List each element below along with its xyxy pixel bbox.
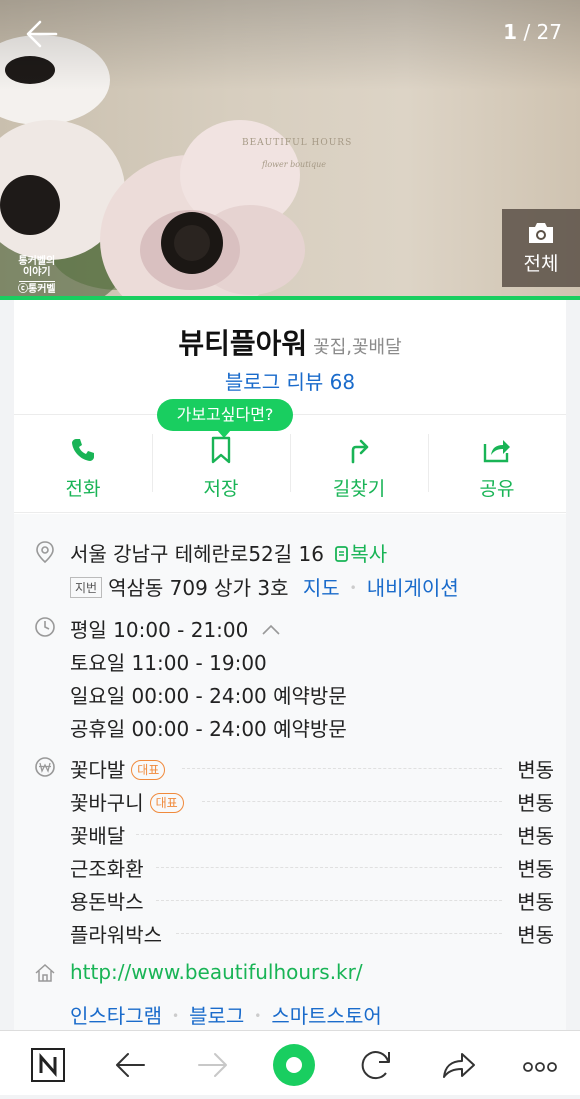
- menu-item-price: 변동: [517, 791, 554, 815]
- save-label: 저장: [203, 478, 239, 500]
- directions-label: 길찾기: [332, 478, 386, 500]
- naver-n-icon: [31, 1048, 65, 1082]
- menu-item-name: 용돈박스: [70, 890, 144, 914]
- refresh-button[interactable]: [346, 1031, 406, 1095]
- separator-dot: •: [254, 1009, 262, 1023]
- navigation-link[interactable]: 내비게이션: [367, 576, 459, 600]
- jibun-tag: 지번: [70, 577, 103, 598]
- map-link[interactable]: 지도: [303, 576, 340, 600]
- divider: [14, 512, 566, 513]
- browser-toolbar: [0, 1030, 580, 1095]
- bookmark-icon: [211, 436, 231, 464]
- watermark-line: 이야기: [23, 267, 51, 278]
- menu-item-name: 꽃바구니: [70, 791, 144, 815]
- address-jibun: 역삼동 709 상가 3호: [108, 576, 289, 600]
- sns-links: 인스타그램 • 블로그 • 스마트스토어: [70, 1000, 382, 1029]
- menu-item-name: 플라워박스: [70, 923, 162, 947]
- chevron-up-icon: [262, 624, 280, 635]
- green-dot-button[interactable]: [264, 1031, 324, 1095]
- green-dot-icon: [273, 1044, 315, 1086]
- photo-counter-total: / 27: [523, 20, 562, 44]
- won-icon: [35, 757, 55, 777]
- representative-badge: 대표: [131, 760, 166, 780]
- phone-icon: [72, 439, 94, 461]
- watermark-line: 통커벨의: [18, 256, 56, 267]
- representative-badge: 대표: [149, 793, 184, 813]
- share-page-button[interactable]: [428, 1031, 488, 1095]
- hours-sunday: 일요일 00:00 - 24:00 예약방문: [70, 684, 347, 708]
- menu-item: 꽃배달 변동: [70, 820, 554, 849]
- hours-saturday: 토요일 11:00 - 19:00: [70, 651, 267, 675]
- browser-forward-button[interactable]: [183, 1031, 243, 1095]
- menu-item-price: 변동: [517, 824, 554, 848]
- share-button[interactable]: 공유: [428, 430, 566, 508]
- smartstore-link[interactable]: 스마트스토어: [271, 1004, 381, 1028]
- menu-item: 용돈박스 변동: [70, 886, 554, 915]
- photo-counter: 1 / 27: [503, 20, 562, 44]
- back-arrow-icon: [26, 20, 58, 48]
- title-row: 뷰티플아워 꽃집,꽃배달: [14, 322, 566, 362]
- tooltip-bubble: 가보고싶다면?: [157, 399, 293, 438]
- menu-item-name: 꽃다발: [70, 758, 126, 782]
- copy-icon: [335, 546, 349, 562]
- separator-dot: •: [172, 1009, 180, 1023]
- more-dots-icon: [523, 1062, 557, 1072]
- share-arrow-icon: [443, 1053, 475, 1078]
- menu-item-name: 근조화환: [70, 857, 144, 881]
- menu-item: 꽃다발 대표 변동: [70, 754, 554, 783]
- info-section: 서울 강남구 테헤란로52길 16 복사 지번 역삼동 709 상가 3호 지도 •…: [14, 514, 566, 1030]
- back-button[interactable]: [22, 14, 62, 54]
- menu-item-price: 변동: [517, 857, 554, 881]
- naver-home-button[interactable]: [18, 1031, 78, 1095]
- watermark-line: ⓒ통커벨: [18, 284, 56, 295]
- menu-item: 근조화환 변동: [70, 853, 554, 882]
- instagram-link[interactable]: 인스타그램: [70, 1004, 162, 1028]
- menu-item: 플라워박스 변동: [70, 919, 554, 948]
- place-card: 뷰티플아워꽃집,꽃배달 블로그 리뷰 68 가보고싶다면? 전화 저장 길찾기: [14, 300, 566, 1030]
- more-menu-button[interactable]: [510, 1031, 570, 1095]
- menu-item-price: 변동: [517, 890, 554, 914]
- all-photos-button[interactable]: 전체: [502, 209, 580, 287]
- refresh-icon: [361, 1051, 390, 1080]
- hours-weekday-row[interactable]: 평일 10:00 - 21:00: [70, 614, 281, 643]
- place-name: 뷰티플아워: [178, 327, 308, 360]
- menu-item-name: 꽃배달: [70, 824, 126, 848]
- browser-back-button[interactable]: [100, 1031, 160, 1095]
- share-label: 공유: [479, 478, 515, 500]
- menu-item-price: 변동: [517, 923, 554, 947]
- photo-counter-current: 1: [503, 20, 518, 44]
- address-road: 서울 강남구 테헤란로52길 16: [70, 542, 324, 566]
- brand-watermark-sub: flower boutique: [262, 160, 326, 169]
- hours-holiday: 공휴일 00:00 - 24:00 예약방문: [70, 717, 347, 741]
- camera-icon: [529, 223, 553, 243]
- separator-dot: •: [349, 581, 357, 595]
- blog-review-link[interactable]: 블로그 리뷰 68: [14, 366, 566, 395]
- menu-item-price: 변동: [517, 758, 554, 782]
- save-button[interactable]: 저장: [152, 430, 290, 508]
- location-pin-icon: [36, 541, 54, 564]
- photo-gallery[interactable]: BEAUTIFUL HOURS flower boutique 1 / 27 통…: [0, 0, 580, 300]
- arrow-right-icon: [198, 1053, 227, 1077]
- place-category: 꽃집,꽃배달: [313, 337, 402, 358]
- hours-weekday: 평일 10:00 - 21:00: [70, 618, 249, 642]
- copy-label: 복사: [350, 542, 388, 566]
- directions-icon: [351, 439, 369, 464]
- address-road-line: 서울 강남구 테헤란로52길 16 복사: [70, 538, 387, 567]
- call-label: 전화: [65, 478, 101, 500]
- share-icon: [483, 440, 510, 463]
- directions-button[interactable]: 길찾기: [290, 430, 428, 508]
- address-jibun-line: 지번 역삼동 709 상가 3호 지도 • 내비게이션: [70, 572, 459, 601]
- menu-item: 꽃바구니 대표 변동: [70, 787, 554, 816]
- action-bar: 전화 저장 길찾기 공유: [14, 430, 566, 508]
- arrow-left-icon: [116, 1053, 145, 1077]
- website-link[interactable]: http://www.beautifulhours.kr/: [70, 960, 363, 984]
- copy-address-button[interactable]: 복사: [330, 542, 387, 566]
- all-photos-label: 전체: [523, 253, 559, 275]
- brand-watermark-text: BEAUTIFUL HOURS: [242, 138, 353, 148]
- call-button[interactable]: 전화: [14, 430, 152, 508]
- blog-link[interactable]: 블로그: [189, 1004, 244, 1028]
- clock-icon: [35, 617, 55, 637]
- home-icon: [35, 963, 55, 982]
- photo-watermark: 통커벨의 이야기 ⓒ통커벨: [18, 256, 56, 295]
